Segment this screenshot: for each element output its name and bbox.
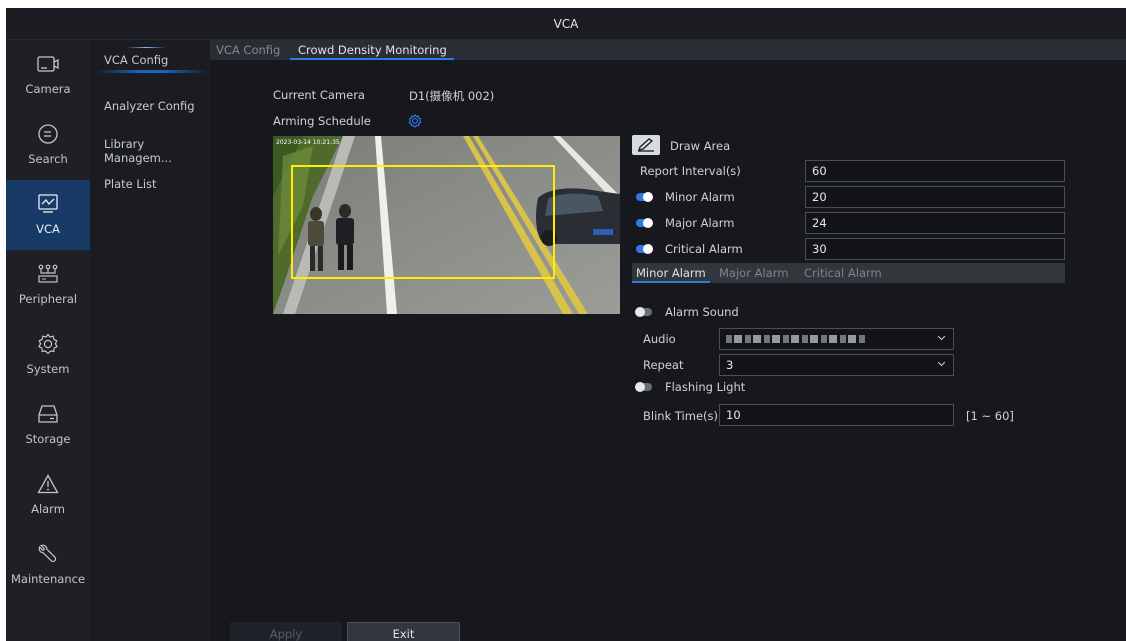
minor-alarm-input[interactable]: 20 bbox=[805, 186, 1065, 208]
minor-alarm-toggle[interactable] bbox=[636, 192, 653, 202]
arming-schedule-settings-icon[interactable] bbox=[408, 114, 422, 128]
report-interval-label: Report Interval(s) bbox=[640, 164, 741, 178]
audio-select[interactable] bbox=[719, 328, 954, 350]
exit-button[interactable]: Exit bbox=[347, 622, 460, 641]
main-nav: Camera Search VCA Peripheral System Stor… bbox=[6, 40, 90, 641]
major-alarm-label: Major Alarm bbox=[665, 216, 735, 230]
blink-time-label: Blink Time(s) bbox=[643, 409, 718, 423]
nav-label: Camera bbox=[25, 82, 71, 96]
tab-strip: VCA Config Crowd Density Monitoring bbox=[210, 40, 1126, 60]
major-alarm-toggle[interactable] bbox=[636, 218, 653, 228]
nav-item-system[interactable]: System bbox=[6, 320, 90, 390]
nav-item-alarm[interactable]: Alarm bbox=[6, 460, 90, 530]
critical-alarm-label: Critical Alarm bbox=[665, 242, 743, 256]
chevron-down-icon bbox=[938, 362, 945, 366]
current-camera-label: Current Camera bbox=[273, 88, 365, 102]
current-camera-value: D1(摄像机 002) bbox=[409, 89, 495, 103]
critical-alarm-toggle[interactable] bbox=[636, 244, 653, 254]
audio-value-blurred bbox=[726, 335, 866, 343]
system-icon bbox=[35, 332, 61, 356]
nav-item-camera[interactable]: Camera bbox=[6, 40, 90, 110]
window-title: VCA bbox=[553, 16, 579, 31]
blink-time-range: [1 ~ 60] bbox=[966, 409, 1014, 423]
chevron-down-icon bbox=[938, 336, 945, 340]
nav-label: Maintenance bbox=[10, 572, 86, 586]
nav-label: Alarm bbox=[31, 502, 65, 516]
vca-submenu: VCA Config Analyzer Config Library Manag… bbox=[90, 40, 210, 641]
search-icon bbox=[35, 122, 61, 146]
camera-preview-scene: 2023-03-14 10:21:35 bbox=[273, 136, 620, 314]
tab-critical-alarm[interactable]: Critical Alarm bbox=[804, 266, 882, 280]
tab-major-alarm[interactable]: Major Alarm bbox=[719, 266, 788, 280]
tab-minor-alarm[interactable]: Minor Alarm bbox=[636, 266, 706, 280]
draw-area-label: Draw Area bbox=[670, 139, 731, 153]
minor-alarm-label: Minor Alarm bbox=[665, 190, 735, 204]
nav-label: Search bbox=[28, 152, 68, 166]
nav-item-maintenance[interactable]: Maintenance bbox=[6, 530, 90, 600]
vca-icon bbox=[35, 192, 61, 216]
flashing-light-toggle[interactable] bbox=[635, 382, 652, 392]
crowd-density-panel: Current Camera D1(摄像机 002) Arming Schedu… bbox=[210, 60, 1126, 641]
camera-preview[interactable]: 2023-03-14 10:21:35 bbox=[273, 136, 620, 314]
repeat-label: Repeat bbox=[643, 358, 684, 372]
peripheral-icon bbox=[35, 262, 61, 286]
alarm-sound-toggle[interactable] bbox=[635, 307, 652, 317]
submenu-item-vca-config[interactable]: VCA Config bbox=[104, 53, 168, 67]
maintenance-icon bbox=[35, 542, 61, 566]
major-alarm-input[interactable]: 24 bbox=[805, 212, 1065, 234]
submenu-item-analyzer-config[interactable]: Analyzer Config bbox=[104, 99, 195, 113]
storage-icon bbox=[35, 402, 61, 426]
flashing-light-label: Flashing Light bbox=[665, 380, 746, 394]
alarm-level-tabs: Minor Alarm Major Alarm Critical Alarm bbox=[632, 263, 1065, 283]
critical-alarm-input[interactable]: 30 bbox=[805, 238, 1065, 260]
alarm-tab-underline bbox=[632, 281, 710, 283]
draw-area-button[interactable] bbox=[632, 135, 660, 155]
audio-label: Audio bbox=[643, 332, 676, 346]
tab-vca-config[interactable]: VCA Config bbox=[216, 43, 280, 57]
blink-time-input[interactable]: 10 bbox=[719, 404, 954, 426]
camera-icon bbox=[35, 52, 61, 76]
title-bar: VCA bbox=[6, 8, 1126, 40]
nav-label: Peripheral bbox=[18, 292, 78, 306]
repeat-select[interactable]: 3 bbox=[719, 354, 954, 376]
repeat-value: 3 bbox=[726, 358, 734, 372]
apply-button[interactable]: Apply bbox=[230, 622, 342, 641]
nav-label: System bbox=[26, 362, 70, 376]
alarm-icon bbox=[35, 472, 61, 496]
nav-item-search[interactable]: Search bbox=[6, 110, 90, 180]
report-interval-input[interactable]: 60 bbox=[805, 160, 1065, 182]
submenu-item-plate-list[interactable]: Plate List bbox=[104, 177, 157, 191]
arming-schedule-label: Arming Schedule bbox=[273, 114, 371, 128]
nav-item-peripheral[interactable]: Peripheral bbox=[6, 250, 90, 320]
alarm-sound-label: Alarm Sound bbox=[665, 305, 739, 319]
submenu-item-library-management[interactable]: Library Managem... bbox=[104, 137, 210, 165]
nav-label: Storage bbox=[25, 432, 71, 446]
nav-item-storage[interactable]: Storage bbox=[6, 390, 90, 460]
vca-window: VCA Camera Search VCA Peripheral System … bbox=[6, 8, 1126, 641]
tab-crowd-density-monitoring[interactable]: Crowd Density Monitoring bbox=[298, 43, 447, 57]
nav-label: VCA bbox=[36, 222, 60, 236]
preview-timestamp: 2023-03-14 10:21:35 bbox=[276, 139, 340, 146]
nav-item-vca[interactable]: VCA bbox=[6, 180, 90, 250]
pencil-icon bbox=[638, 138, 654, 152]
